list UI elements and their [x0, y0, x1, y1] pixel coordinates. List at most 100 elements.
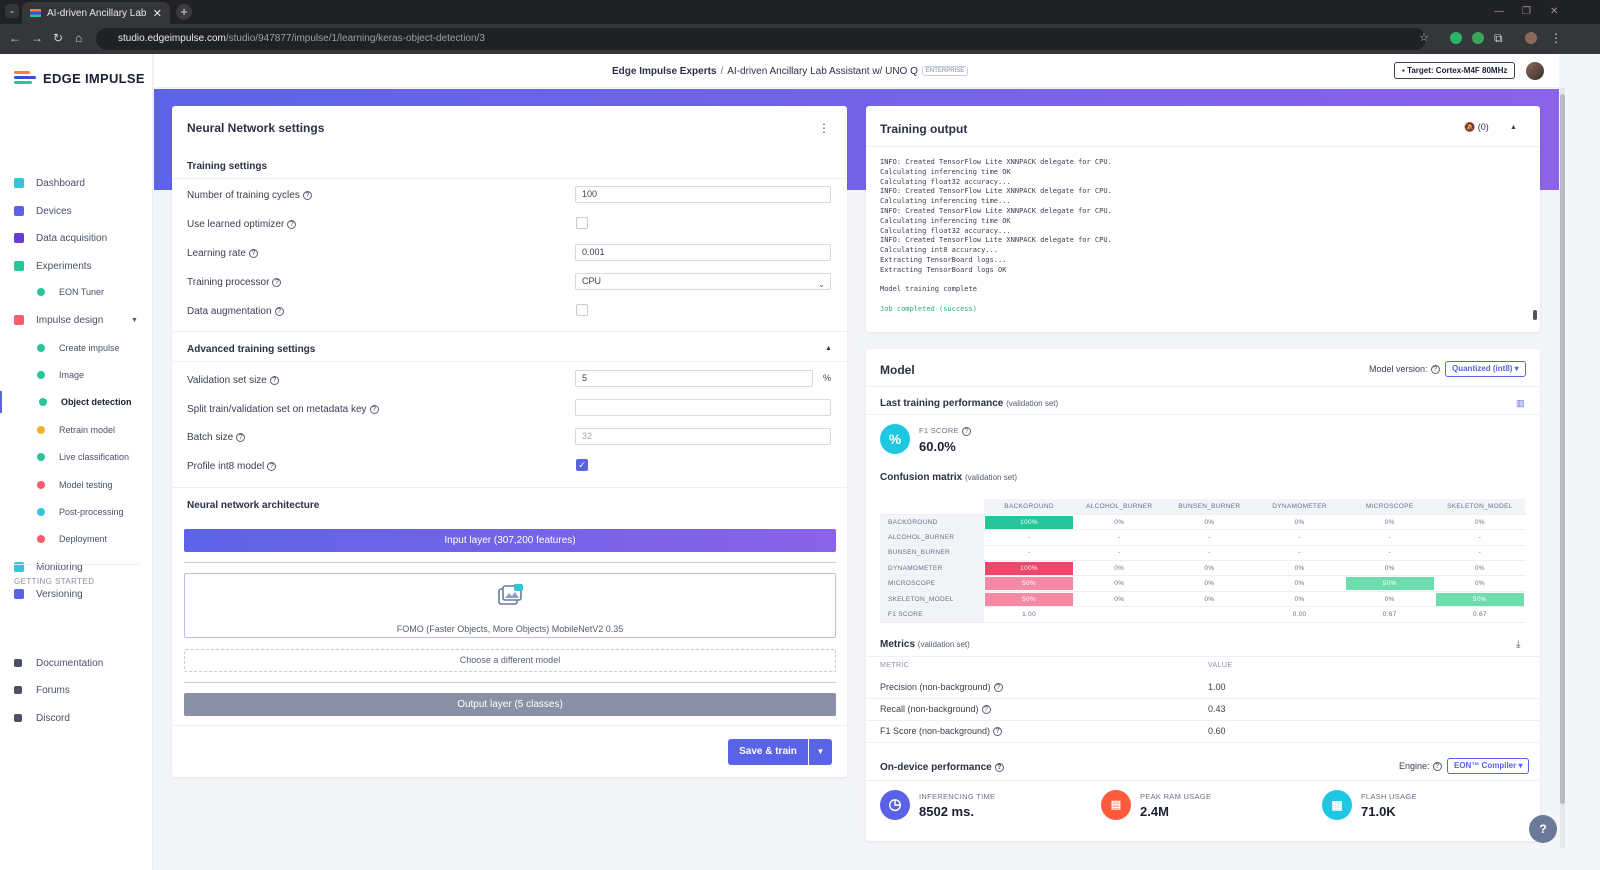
sidebar-link-label: Forums	[36, 684, 70, 696]
choose-model-button[interactable]: Choose a different model	[184, 649, 836, 672]
scrollbar-thumb[interactable]	[1560, 94, 1565, 804]
back-icon[interactable]: ←	[9, 31, 21, 45]
extensions-puzzle-icon[interactable]: ⧉	[1494, 31, 1503, 46]
sidebar-item[interactable]: Devices	[0, 200, 153, 222]
help-icon[interactable]: ?	[302, 190, 312, 200]
sidebar-item[interactable]: EON Tuner	[0, 281, 153, 303]
cm-cell-wrap: 0.67	[1344, 606, 1435, 623]
sidebar-item[interactable]: Model testing	[0, 474, 153, 496]
user-avatar[interactable]	[1526, 62, 1544, 80]
home-icon[interactable]: ⌂	[75, 31, 82, 45]
help-icon[interactable]: ?	[1432, 762, 1442, 772]
sidebar-item[interactable]: Data acquisition	[0, 227, 153, 249]
extension-grammar-icon[interactable]	[1472, 32, 1484, 44]
close-tab-icon[interactable]: ✕	[153, 7, 162, 20]
sidebar-item[interactable]: Object detection	[0, 391, 153, 413]
collapse-caret-icon[interactable]: ▲	[825, 345, 832, 352]
training-cycles-input[interactable]: 100	[575, 186, 831, 203]
sidebar-item[interactable]: Post-processing	[0, 501, 153, 523]
help-button[interactable]: ?	[1529, 815, 1557, 843]
save-train-button[interactable]: Save & train	[728, 739, 808, 765]
minimize-icon[interactable]: —	[1494, 6, 1504, 17]
help-icon[interactable]: ?	[274, 306, 284, 316]
help-icon[interactable]: ?	[994, 762, 1004, 772]
cm-cell-wrap: 0%	[1164, 591, 1255, 608]
address-bar[interactable]: studio.edgeimpulse.com/studio/947877/imp…	[96, 28, 1426, 50]
sidebar-item[interactable]: Create impulse	[0, 337, 153, 359]
help-icon[interactable]: ?	[993, 683, 1003, 693]
help-icon[interactable]: ?	[993, 727, 1003, 737]
cm-cell-wrap: -	[1074, 529, 1165, 546]
browser-menu-icon[interactable]: ⋮	[1550, 31, 1562, 45]
download-icon[interactable]: ⤓	[1516, 639, 1520, 650]
help-icon[interactable]: ?	[981, 705, 991, 715]
sidebar-item[interactable]: Image	[0, 364, 153, 386]
training-processor-select[interactable]: CPU ⌄	[575, 273, 831, 290]
validation-size-input[interactable]: 5	[575, 370, 813, 387]
batch-size-input[interactable]: 32	[575, 428, 831, 445]
more-options-icon[interactable]: ⋮	[818, 121, 830, 135]
restore-icon[interactable]: ❐	[1522, 6, 1531, 17]
cm-cell-wrap: 1.00	[984, 606, 1075, 623]
close-window-icon[interactable]: ✕	[1550, 6, 1558, 17]
sidebar-item-label: Data acquisition	[36, 232, 108, 244]
engine-select[interactable]: EON™ Compiler ▾	[1447, 758, 1530, 774]
help-icon[interactable]: ?	[369, 404, 379, 414]
tab-search-button[interactable]: ⌄	[5, 4, 19, 18]
profile-avatar-icon[interactable]	[1525, 32, 1537, 44]
split-metadata-input[interactable]	[575, 399, 831, 416]
log-scrollbar[interactable]	[1533, 150, 1537, 326]
log-scrollbar-thumb[interactable]	[1533, 310, 1537, 320]
help-icon[interactable]: ?	[1430, 365, 1440, 375]
cm-cell: 50%	[985, 577, 1074, 591]
sidebar-item[interactable]: Dashboard	[0, 172, 153, 194]
brand-logo[interactable]: EDGE IMPULSE	[14, 71, 145, 86]
sidebar-item[interactable]: Monitoring	[0, 556, 153, 578]
sidebar-link[interactable]: Documentation	[0, 652, 153, 674]
help-icon[interactable]: ?	[267, 461, 277, 471]
forward-icon[interactable]: →	[31, 31, 43, 45]
inferencing-time-label: INFERENCING TIME	[919, 792, 996, 801]
chevron-down-icon[interactable]: ▼	[131, 317, 138, 324]
input-layer[interactable]: Input layer (307,200 features)	[184, 529, 836, 552]
extension-shield-icon[interactable]	[1450, 32, 1462, 44]
breadcrumb-owner[interactable]: Edge Impulse Experts	[612, 66, 716, 77]
help-icon[interactable]: ?	[269, 375, 279, 385]
model-block[interactable]: FOMO (Faster Objects, More Objects) Mobi…	[184, 573, 836, 638]
sidebar-item[interactable]: Retrain model	[0, 419, 153, 441]
sidebar-link[interactable]: Forums	[0, 679, 153, 701]
learned-optimizer-checkbox[interactable]	[576, 217, 588, 229]
page-scrollbar[interactable]	[1560, 88, 1565, 848]
help-icon[interactable]: ?	[248, 248, 258, 258]
sidebar-item[interactable]: Deployment	[0, 528, 153, 550]
target-device-button[interactable]: ▪ Target: Cortex-M4F 80MHz	[1394, 62, 1516, 79]
cm-cell: 50%	[1345, 577, 1434, 591]
cm-cell-wrap: -	[1434, 529, 1525, 546]
chart-icon[interactable]: ▥	[1516, 398, 1525, 409]
cm-cell-wrap: 100%	[984, 514, 1075, 531]
learning-rate-input[interactable]: 0.001	[575, 244, 831, 261]
browser-tab[interactable]: AI-driven Ancillary Lab Assistant ✕	[22, 2, 170, 24]
data-augmentation-label: Data augmentation?	[187, 306, 284, 317]
notifications-toggle[interactable]: 🔕 (0)	[1464, 122, 1489, 133]
cm-cell-wrap: -	[1254, 545, 1345, 562]
help-icon[interactable]: ?	[961, 426, 971, 436]
output-layer[interactable]: Output layer (5 classes)	[184, 693, 836, 716]
model-version-select[interactable]: Quantized (int8) ▾	[1445, 361, 1526, 377]
help-icon[interactable]: ?	[236, 432, 246, 442]
save-train-dropdown[interactable]: ▼	[809, 739, 832, 765]
sidebar-item[interactable]: Versioning	[0, 583, 153, 605]
help-icon[interactable]: ?	[287, 219, 297, 229]
profile-int8-checkbox[interactable]: ✓	[576, 459, 588, 471]
help-icon[interactable]: ?	[272, 277, 282, 287]
reload-icon[interactable]: ↻	[53, 31, 63, 45]
sidebar-item[interactable]: Impulse design ▼	[0, 309, 153, 331]
bookmark-star-icon[interactable]: ☆	[1419, 31, 1429, 44]
sidebar-item[interactable]: Experiments	[0, 255, 153, 277]
breadcrumb-project[interactable]: AI-driven Ancillary Lab Assistant w/ UNO…	[727, 66, 918, 77]
collapse-caret-icon[interactable]: ▲	[1510, 124, 1517, 131]
data-augmentation-checkbox[interactable]	[576, 304, 588, 316]
sidebar-item[interactable]: Live classification	[0, 446, 153, 468]
sidebar-link[interactable]: Discord	[0, 707, 153, 729]
new-tab-button[interactable]: +	[176, 4, 192, 20]
